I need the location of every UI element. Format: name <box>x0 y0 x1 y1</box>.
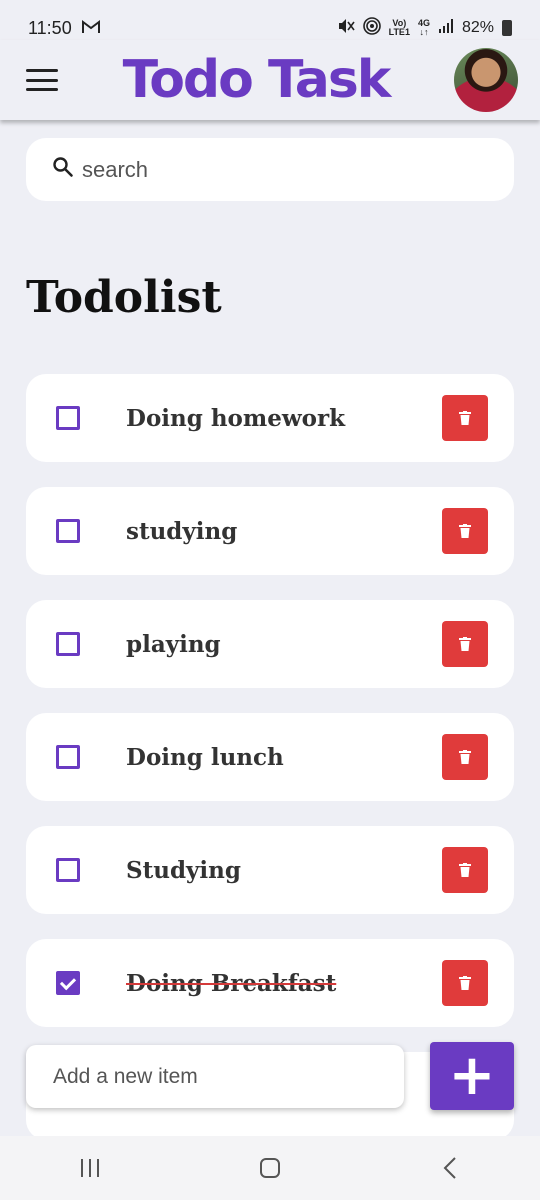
trash-icon <box>459 524 471 538</box>
app-title: Todo Task <box>122 50 392 110</box>
todo-item: studying <box>26 487 514 575</box>
todo-checkbox[interactable] <box>56 406 80 430</box>
volte-indicator: Vo) LTE1 <box>389 19 410 37</box>
back-icon <box>443 1157 456 1179</box>
delete-button[interactable] <box>442 734 488 780</box>
add-item-field[interactable] <box>26 1045 404 1108</box>
delete-button[interactable] <box>442 960 488 1006</box>
recent-apps-button[interactable] <box>60 1143 120 1193</box>
todo-text: Doing Breakfast <box>126 969 337 997</box>
delete-button[interactable] <box>442 847 488 893</box>
trash-icon <box>459 637 471 651</box>
trash-icon <box>459 976 471 990</box>
hotspot-icon <box>362 16 381 40</box>
search-bar[interactable] <box>26 138 514 201</box>
battery-icon <box>502 20 512 36</box>
volte-bottom: LTE1 <box>388 27 410 37</box>
delete-button[interactable] <box>442 395 488 441</box>
system-nav-bar <box>0 1136 540 1200</box>
todo-text: playing <box>126 630 221 658</box>
todo-text: Studying <box>126 856 241 884</box>
network-activity: ↓↑ <box>419 27 429 37</box>
search-icon <box>52 156 74 183</box>
search-input[interactable] <box>82 156 482 183</box>
network-indicator: 4G ↓↑ <box>418 19 430 37</box>
battery-percent: 82% <box>461 19 494 36</box>
todo-item: Doing lunch <box>26 713 514 801</box>
home-button[interactable] <box>240 1143 300 1193</box>
status-time: 11:50 <box>28 17 72 38</box>
gmail-icon <box>81 18 100 39</box>
back-button[interactable] <box>420 1143 480 1193</box>
home-icon <box>260 1158 280 1178</box>
trash-icon <box>459 750 471 764</box>
todo-checkbox[interactable] <box>56 858 80 882</box>
todo-item: Studying <box>26 826 514 914</box>
recent-apps-icon <box>81 1159 99 1177</box>
avatar[interactable] <box>453 48 518 112</box>
add-button[interactable]: + <box>430 1042 514 1110</box>
app-bar: Todo Task <box>0 40 540 120</box>
menu-icon[interactable] <box>26 69 58 91</box>
delete-button[interactable] <box>442 508 488 554</box>
todo-item: Doing Breakfast <box>26 939 514 1027</box>
todo-checkbox[interactable] <box>56 632 80 656</box>
todo-item: Doing homework <box>26 374 514 462</box>
add-item-input[interactable] <box>53 1064 393 1089</box>
mute-icon <box>337 18 355 39</box>
todo-checkbox[interactable] <box>56 971 80 995</box>
todo-text: Doing lunch <box>126 743 284 771</box>
todo-text: Doing homework <box>126 404 346 432</box>
delete-button[interactable] <box>442 621 488 667</box>
todo-item: playing <box>26 600 514 688</box>
trash-icon <box>459 411 471 425</box>
trash-icon <box>459 863 471 877</box>
todo-checkbox[interactable] <box>56 745 80 769</box>
signal-icon <box>438 18 454 39</box>
page-title: Todolist <box>26 272 222 323</box>
todo-text: studying <box>126 517 238 545</box>
todo-checkbox[interactable] <box>56 519 80 543</box>
